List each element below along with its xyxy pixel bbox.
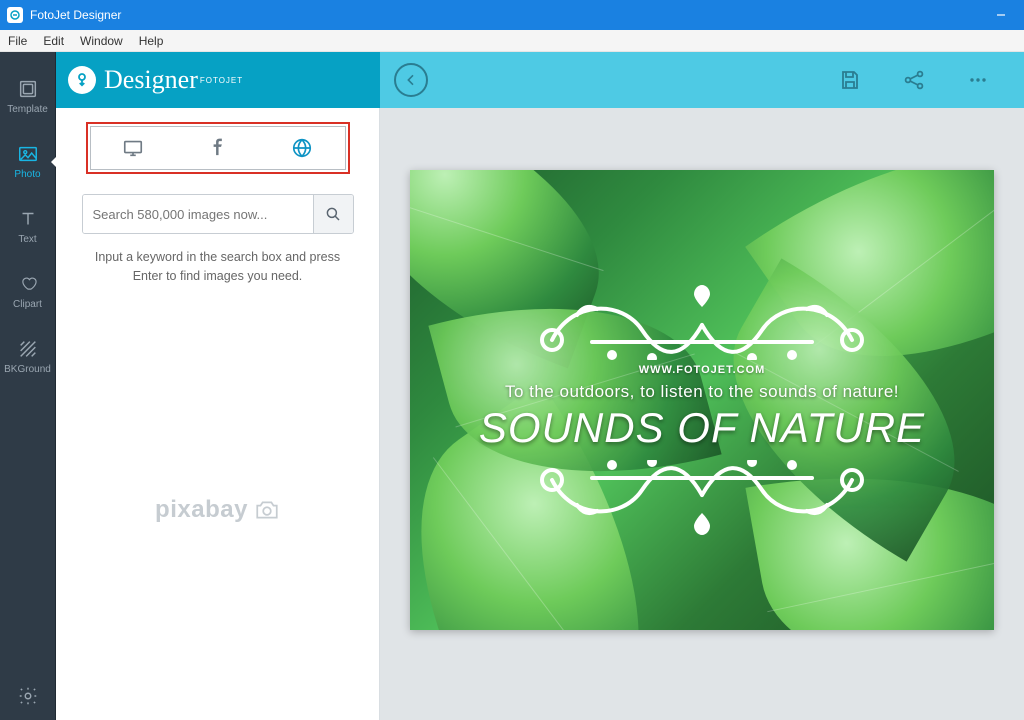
rail-item-text[interactable]: Text [0,194,56,259]
canvas-site-text[interactable]: WWW.FOTOJET.COM [639,364,766,376]
photo-search-hint: Input a keyword in the search box and pr… [83,248,353,286]
source-tab-online[interactable] [260,137,345,159]
brand-name: Designer [104,65,198,94]
chevron-left-icon [403,72,419,88]
share-icon [902,68,926,92]
save-button[interactable] [828,58,872,102]
rail-item-template[interactable]: Template [0,64,56,129]
brand-logo-icon [68,66,96,94]
photo-source-tabs [90,126,346,170]
photo-search-box [82,194,354,234]
app-icon [7,7,23,23]
design-canvas[interactable]: WWW.FOTOJET.COM To the outdoors, to list… [410,170,994,630]
rail-item-bkground[interactable]: BKGround [0,324,56,389]
rail-item-photo[interactable]: Photo [0,129,56,194]
more-button[interactable] [956,58,1000,102]
save-icon [838,68,862,92]
globe-icon [291,137,313,159]
camera-icon [254,499,280,521]
main-toolbar [380,52,1024,108]
rail-label-bkground: BKGround [4,364,51,375]
canvas-area[interactable]: WWW.FOTOJET.COM To the outdoors, to list… [380,108,1024,720]
ornament-bottom [512,460,892,550]
back-button[interactable] [394,63,428,97]
rail-label-template: Template [7,104,48,115]
window-minimize-button[interactable] [978,0,1024,30]
photo-panel: Input a keyword in the search box and pr… [56,108,380,720]
menu-window[interactable]: Window [72,32,131,50]
canvas-subtitle-text[interactable]: To the outdoors, to listen to the sounds… [505,382,899,402]
rail-label-photo: Photo [14,169,40,180]
share-button[interactable] [892,58,936,102]
left-rail: Template Photo Text Clipart BKGround [0,52,56,720]
menubar: File Edit Window Help [0,30,1024,52]
menu-help[interactable]: Help [131,32,172,50]
brand-sup: FOTOJET [200,76,243,85]
brand-banner: DesignerFOTOJET [56,52,380,108]
rail-item-clipart[interactable]: Clipart [0,259,56,324]
rail-label-text: Text [18,234,36,245]
search-icon [324,205,342,223]
more-icon [966,68,990,92]
canvas-headline-text[interactable]: SOUNDS OF NATURE [479,404,925,452]
monitor-icon [122,137,144,159]
photo-search-button[interactable] [313,195,353,233]
window-titlebar: FotoJet Designer [0,0,1024,30]
source-tab-local[interactable] [91,137,176,159]
photo-search-input[interactable] [83,195,313,233]
window-title: FotoJet Designer [30,8,121,22]
provider-name: pixabay [155,496,248,524]
rail-settings-button[interactable] [17,685,39,720]
ornament-top [512,270,892,360]
menu-file[interactable]: File [0,32,35,50]
gear-icon [17,685,39,707]
menu-edit[interactable]: Edit [35,32,72,50]
rail-label-clipart: Clipart [13,299,42,310]
facebook-icon [207,137,229,159]
provider-logo: pixabay [155,496,280,524]
source-tab-facebook[interactable] [175,137,260,159]
